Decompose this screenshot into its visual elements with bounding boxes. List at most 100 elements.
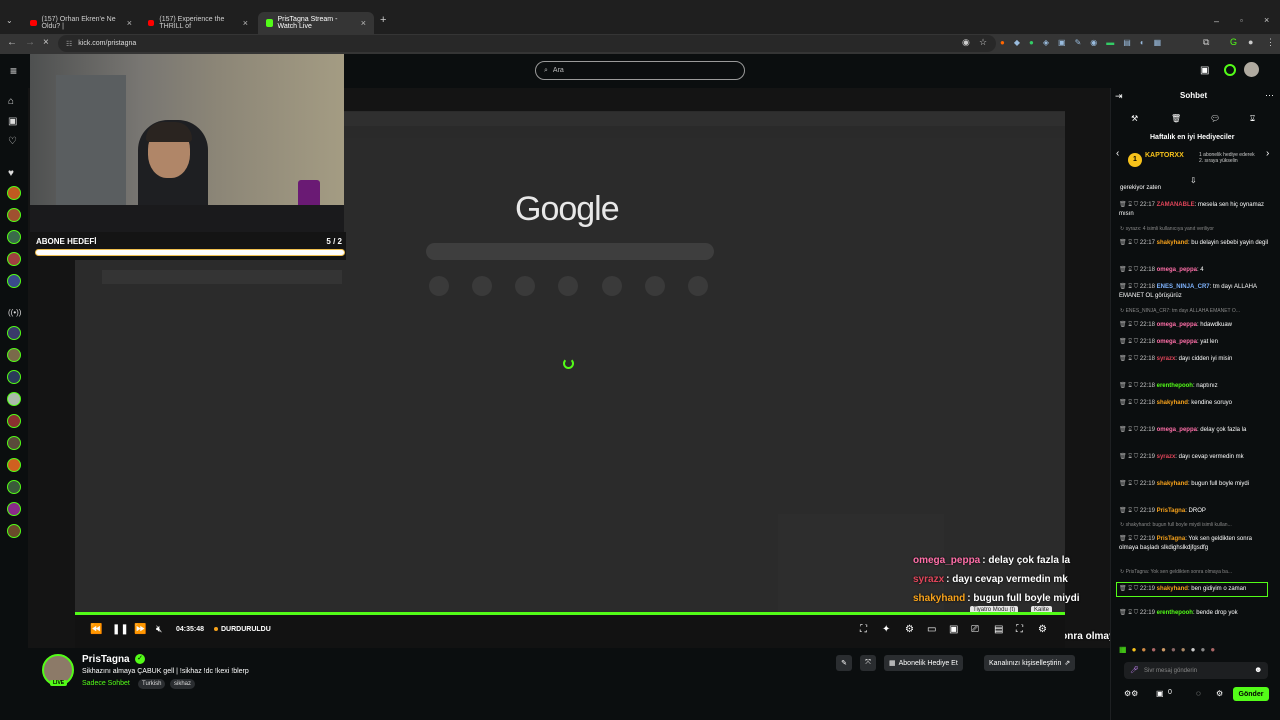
recommended-channel-avatar[interactable]: [7, 524, 21, 538]
extension-icon[interactable]: ▤: [1123, 38, 1131, 50]
mod-action-icons[interactable]: 🗑︎ ⌛︎ ⛉: [1119, 339, 1140, 345]
eye-icon[interactable]: ◉: [962, 37, 970, 48]
followed-channel-avatar[interactable]: [7, 208, 21, 222]
extension-icon[interactable]: ◐: [1140, 38, 1145, 50]
recommended-channel-avatar[interactable]: [7, 392, 21, 406]
clip-crop-icon[interactable]: ⛶: [860, 624, 867, 635]
chat-username[interactable]: shakyhand: [1157, 400, 1188, 406]
mic-icon[interactable]: 🎤︎: [1130, 666, 1139, 674]
home-icon[interactable]: ⌂: [8, 96, 14, 107]
emote-icon[interactable]: ●: [1210, 645, 1215, 657]
menu-dots-icon[interactable]: ⋮: [1266, 37, 1275, 48]
followed-channel-avatar[interactable]: [7, 186, 21, 200]
mod-action-icons[interactable]: 🗑︎ ⌛︎ ⛉: [1119, 454, 1140, 460]
mod-action-icons[interactable]: 🗑︎ ⌛︎ ⛉: [1119, 322, 1140, 328]
mod-action-icons[interactable]: 🗑︎ ⌛︎ ⛉: [1119, 586, 1140, 592]
chat-settings-icon[interactable]: ⚙: [1216, 689, 1223, 698]
mod-action-icons[interactable]: 🗑︎ ⌛︎ ⛉: [1119, 240, 1140, 246]
hamburger-menu-icon[interactable]: ≡: [10, 64, 17, 78]
chat-username[interactable]: PrisTagna: [1157, 536, 1186, 542]
back-icon[interactable]: ←: [7, 37, 17, 48]
more-settings-icon[interactable]: ⚙: [1038, 624, 1047, 635]
tab-youtube-1[interactable]: (157) Orhan Ekren'e Ne Oldu? | ×: [22, 12, 140, 34]
recommended-channel-avatar[interactable]: [7, 348, 21, 362]
mod-action-icons[interactable]: 🗑︎ ⌛︎ ⛉: [1119, 267, 1140, 273]
following-heart-icon[interactable]: ♡: [8, 136, 17, 147]
emote-icon[interactable]: ●: [1161, 645, 1166, 657]
stop-icon[interactable]: ×: [43, 37, 49, 48]
minimize-icon[interactable]: –: [1214, 16, 1219, 26]
mod-action-icons[interactable]: 🗑︎ ⌛︎ ⛉: [1119, 400, 1140, 406]
emote-icon[interactable]: ●: [1151, 645, 1156, 657]
tab-youtube-2[interactable]: (157) Experience the THRILL of ×: [140, 12, 256, 34]
window-close-icon[interactable]: ×: [1264, 15, 1269, 25]
recommended-channel-avatar[interactable]: [7, 458, 21, 472]
extension-icon[interactable]: ◉: [1090, 38, 1097, 50]
browse-icon[interactable]: ▣: [8, 116, 17, 127]
share-icon[interactable]: ⤧: [860, 655, 876, 671]
chat-menu-icon[interactable]: ⋯: [1265, 90, 1274, 101]
mod-action-icons[interactable]: 🗑︎ ⌛︎ ⛉: [1119, 383, 1140, 389]
extension-icon[interactable]: ◈: [1043, 38, 1049, 50]
stream-tag[interactable]: Turkish: [138, 679, 166, 689]
chat-username[interactable]: erenthepooh: [1157, 610, 1193, 616]
followed-channel-avatar[interactable]: [7, 230, 21, 244]
chat-username[interactable]: shakyhand: [1157, 240, 1188, 246]
emote-icon[interactable]: ▦: [1119, 645, 1127, 657]
user-avatar[interactable]: [1244, 62, 1259, 77]
stream-tag[interactable]: sikhaz: [170, 679, 196, 689]
profile-icon[interactable]: ●: [1248, 37, 1253, 47]
streamer-name[interactable]: PrisTagna: [82, 654, 130, 665]
extension-icon[interactable]: ▦: [1154, 38, 1162, 50]
chat-username[interactable]: ZAMANABLE: [1157, 202, 1195, 208]
top-gifter-name[interactable]: KAPTORXX: [1145, 152, 1184, 159]
forward-icon[interactable]: →: [25, 37, 35, 48]
chat-username[interactable]: shakyhand: [1157, 586, 1188, 592]
emote-icon[interactable]: ●: [1171, 645, 1176, 657]
followed-channel-avatar[interactable]: [7, 252, 21, 266]
mod-action-icons[interactable]: 🗑︎ ⌛︎ ⛉: [1119, 610, 1140, 616]
store-icon[interactable]: ▣: [1200, 65, 1209, 76]
chevron-left-icon[interactable]: ‹: [1116, 148, 1119, 159]
site-info-icon[interactable]: ☷: [66, 40, 72, 48]
recommended-channel-avatar[interactable]: [7, 370, 21, 384]
gift-sub-button[interactable]: ▦ Abonelik Hediye Et: [884, 655, 963, 671]
recommended-channel-avatar[interactable]: [7, 414, 21, 428]
chat-username[interactable]: omega_peppa: [1157, 339, 1197, 345]
close-tab-icon[interactable]: ×: [243, 18, 248, 28]
chat-bubble-icon[interactable]: 💬︎: [1210, 114, 1220, 123]
bookmark-star-icon[interactable]: ☆: [979, 37, 987, 48]
mod-action-icons[interactable]: 🗑︎ ⌛︎ ⛉: [1119, 481, 1140, 487]
edit-stream-icon[interactable]: ✎: [836, 655, 852, 671]
recommended-channel-avatar[interactable]: [7, 480, 21, 494]
new-tab-icon[interactable]: +: [380, 14, 386, 26]
pause-icon[interactable]: ❚❚: [112, 624, 129, 635]
url-field[interactable]: ☷ kick.com/pristagna: [58, 35, 996, 52]
chat-mod-tools-icon[interactable]: ⚙⚙: [1124, 689, 1138, 698]
extension-icon[interactable]: ●: [1000, 38, 1005, 50]
sparkle-icon[interactable]: ✦: [882, 624, 890, 635]
chat-username[interactable]: omega_peppa: [1157, 267, 1197, 273]
mod-hammer-icon[interactable]: ⚒: [1131, 114, 1138, 123]
chat-bubble-icon[interactable]: ◌: [1196, 689, 1201, 698]
trash-icon[interactable]: 🗑︎: [1171, 114, 1181, 123]
emote-icon[interactable]: ●: [1191, 645, 1196, 657]
chat-username[interactable]: shakyhand: [1157, 481, 1188, 487]
close-tab-icon[interactable]: ×: [361, 18, 366, 28]
quality-icon[interactable]: ▤: [994, 624, 1003, 635]
tab-search-icon[interactable]: ⌄: [6, 16, 13, 25]
emote-icon[interactable]: ●: [1141, 645, 1146, 657]
stream-category[interactable]: Sadece Sohbet: [82, 680, 130, 687]
mod-action-icons[interactable]: 🗑︎ ⌛︎ ⛉: [1119, 508, 1140, 514]
extension-icon[interactable]: ▣: [1058, 38, 1066, 50]
chat-username[interactable]: omega_peppa: [1157, 427, 1197, 433]
extension-icon[interactable]: ◆: [1014, 38, 1020, 50]
kick-points-icon[interactable]: [1224, 64, 1236, 76]
chat-username[interactable]: ENES_NINJA_CR7: [1157, 284, 1210, 290]
rewind-icon[interactable]: ⏪: [90, 624, 102, 635]
mod-action-icons[interactable]: 🗑︎ ⌛︎ ⛉: [1119, 536, 1140, 542]
close-tab-icon[interactable]: ×: [127, 18, 132, 28]
emote-icon[interactable]: ●: [1132, 645, 1137, 657]
chat-username[interactable]: syrazx: [1157, 454, 1176, 460]
recommended-channel-avatar[interactable]: [7, 326, 21, 340]
